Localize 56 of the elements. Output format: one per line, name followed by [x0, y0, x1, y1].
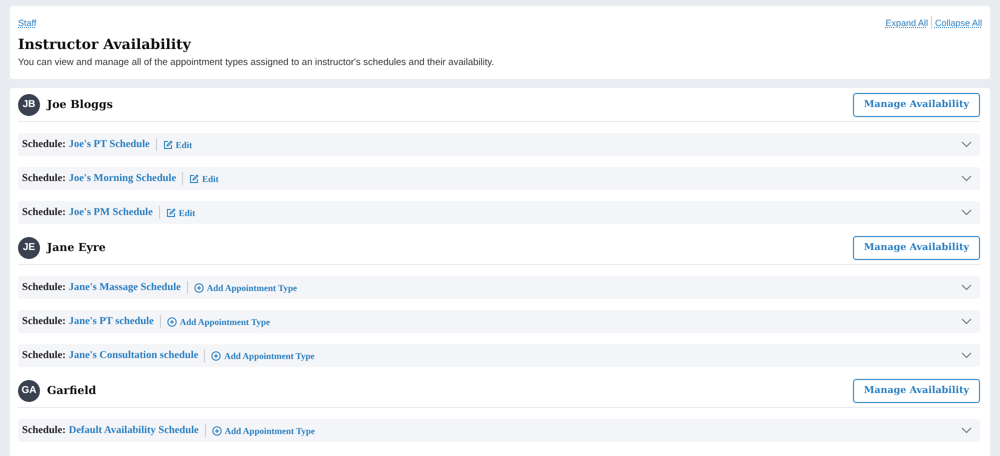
edit-link[interactable]: Edit	[189, 174, 219, 184]
schedule-label: Schedule:	[22, 173, 66, 184]
manage-availability-button[interactable]: Manage Availability	[852, 378, 980, 402]
header-link[interactable]: Collapse All	[934, 18, 982, 28]
manage-availability-button[interactable]: Manage Availability	[852, 92, 980, 116]
manage-availability-button[interactable]: Manage Availability	[852, 236, 980, 260]
schedule-row[interactable]: Schedule: Jane's Massage Schedule Add Appointment Type	[18, 276, 980, 299]
edit-link[interactable]: Edit	[166, 208, 196, 218]
add-circle-icon	[194, 282, 204, 292]
schedule-label: Schedule:	[22, 425, 66, 436]
schedule-link[interactable]: Joe's Morning Schedule	[68, 173, 176, 184]
schedule-link[interactable]: Jane's Massage Schedule	[68, 282, 181, 293]
instructor-name: Jane Eyre	[47, 241, 107, 254]
schedule-link[interactable]: Joe's PM Schedule	[68, 207, 153, 218]
add-link[interactable]: Add Appointment Type	[211, 350, 314, 360]
schedule-label: Schedule:	[22, 316, 66, 327]
add-circle-icon	[212, 426, 222, 436]
add-circle-icon	[166, 316, 177, 326]
add-link[interactable]: Add Appointment Type	[194, 282, 297, 292]
add-link[interactable]: Add Appointment Type	[212, 426, 315, 436]
avatar: JE	[18, 236, 40, 258]
schedule-link[interactable]: Jane's Consultation schedule	[68, 350, 198, 361]
edit-icon	[166, 208, 176, 218]
schedule-label: Schedule:	[22, 207, 66, 218]
page-title: Instructor Availability	[18, 37, 192, 53]
avatar: JB	[18, 94, 40, 116]
chevron-down-icon[interactable]	[961, 141, 972, 148]
chevron-down-icon[interactable]	[961, 209, 972, 216]
schedule-row[interactable]: Schedule: Joe's PT Schedule Edit	[18, 133, 980, 156]
add-link[interactable]: Add Appointment Type	[166, 316, 270, 326]
schedule-row[interactable]: Schedule: Default Availability Schedule Add Appointment Type	[18, 419, 980, 442]
schedule-link[interactable]: Default Availability Schedule	[68, 425, 199, 436]
breadcrumb-link[interactable]: Staff	[18, 18, 36, 28]
schedule-link[interactable]: Joe's PT Schedule	[68, 139, 150, 150]
schedule-link[interactable]: Jane's PT schedule	[68, 316, 154, 327]
schedule-row[interactable]: Schedule: Joe's PM Schedule Edit	[18, 201, 980, 224]
instructor-name: Garfield	[47, 384, 98, 397]
instructor-name: Joe Bloggs	[47, 98, 114, 111]
schedule-row[interactable]: Schedule: Jane's PT schedule Add Appointment Type	[18, 310, 980, 333]
schedule-row[interactable]: Schedule: Joe's Morning Schedule Edit	[18, 167, 980, 190]
edit-link[interactable]: Edit	[162, 140, 192, 150]
chevron-down-icon[interactable]	[961, 318, 972, 325]
schedule-label: Schedule:	[22, 350, 66, 361]
chevron-down-icon[interactable]	[961, 284, 972, 291]
header-link[interactable]: Expand All	[885, 18, 928, 28]
avatar: GA	[18, 380, 40, 402]
schedule-row[interactable]: Schedule: Jane's Consultation schedule Add Appointment Type	[18, 344, 980, 367]
page-description: You can view and manage all of the appointment types assigned to an instructor's schedules and their availability.	[18, 57, 496, 68]
chevron-down-icon[interactable]	[961, 427, 972, 434]
edit-icon	[162, 140, 173, 150]
schedule-label: Schedule:	[22, 282, 66, 293]
add-circle-icon	[211, 350, 222, 360]
edit-icon	[189, 174, 200, 184]
schedule-label: Schedule:	[22, 139, 66, 150]
chevron-down-icon[interactable]	[961, 352, 972, 359]
chevron-down-icon[interactable]	[961, 175, 972, 182]
